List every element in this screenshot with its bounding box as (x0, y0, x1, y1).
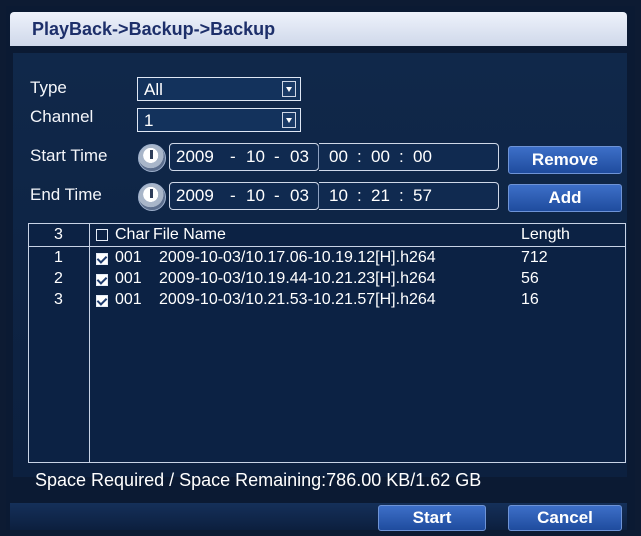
start-mm[interactable]: 00 (371, 147, 390, 167)
header-divider (29, 246, 625, 247)
type-select[interactable]: All (137, 77, 301, 101)
start-hh[interactable]: 00 (329, 147, 348, 167)
start-date-sep-2: - (274, 147, 280, 166)
cancel-button[interactable]: Cancel (508, 505, 622, 531)
end-day[interactable]: 03 (290, 186, 309, 206)
channel-label: Channel (30, 107, 94, 126)
chevron-down-icon[interactable] (282, 81, 296, 97)
title-bar: PlayBack->Backup->Backup (10, 12, 627, 46)
add-button[interactable]: Add (508, 184, 622, 212)
file-list: 3 Char File Name Length 1 001 2009-10-03… (28, 223, 626, 463)
header-char: Char (115, 226, 150, 243)
start-time-label: Start Time (30, 146, 108, 165)
end-ss[interactable]: 57 (413, 186, 432, 206)
row-file-name: 2009-10-03/10.21.53-10.21.57[H].h264 (159, 291, 436, 308)
channel-select[interactable]: 1 (137, 108, 301, 132)
end-year[interactable]: 2009 (176, 186, 214, 206)
select-all-checkbox[interactable] (96, 229, 108, 241)
column-divider (89, 224, 90, 462)
checkbox-icon[interactable] (96, 295, 108, 307)
header-length: Length (521, 226, 570, 243)
clock-icon[interactable] (138, 183, 166, 211)
chevron-down-icon[interactable] (282, 112, 296, 128)
row-index: 1 (54, 249, 63, 266)
start-time-field[interactable]: 00 : 00 : 00 (319, 143, 499, 171)
start-year[interactable]: 2009 (176, 147, 214, 167)
space-status: Space Required / Space Remaining:786.00 … (35, 470, 482, 490)
row-index: 3 (54, 291, 63, 308)
row-char: 001 (115, 249, 142, 266)
header-file-name: File Name (153, 226, 226, 243)
start-button[interactable]: Start (378, 505, 486, 531)
start-time-sep: : (357, 147, 362, 166)
remove-button[interactable]: Remove (508, 146, 622, 174)
end-time-sep: : (357, 186, 362, 205)
end-time-field[interactable]: 10 : 21 : 57 (319, 182, 499, 210)
end-date-sep: - (230, 186, 236, 205)
end-month[interactable]: 10 (246, 186, 265, 206)
end-mm[interactable]: 21 (371, 186, 390, 206)
row-char: 001 (115, 270, 142, 287)
row-length: 56 (521, 270, 539, 287)
row-length: 712 (521, 249, 548, 266)
row-index: 2 (54, 270, 63, 287)
row-char: 001 (115, 291, 142, 308)
start-ss[interactable]: 00 (413, 147, 432, 167)
row-file-name: 2009-10-03/10.17.06-10.19.12[H].h264 (159, 249, 436, 266)
start-day[interactable]: 03 (290, 147, 309, 167)
row-length: 16 (521, 291, 539, 308)
end-hh[interactable]: 10 (329, 186, 348, 206)
channel-select-value: 1 (144, 111, 154, 130)
clock-icon[interactable] (138, 144, 166, 172)
start-date-sep: - (230, 147, 236, 166)
end-date-field[interactable]: 2009 - 10 - 03 (169, 182, 319, 210)
start-month[interactable]: 10 (246, 147, 265, 167)
type-select-value: All (144, 80, 163, 99)
end-time-label: End Time (30, 185, 102, 204)
row-file-name: 2009-10-03/10.19.44-10.21.23[H].h264 (159, 270, 436, 287)
end-date-sep-2: - (274, 186, 280, 205)
checkbox-icon[interactable] (96, 253, 108, 265)
start-date-field[interactable]: 2009 - 10 - 03 (169, 143, 319, 171)
type-label: Type (30, 78, 67, 97)
window-title: PlayBack->Backup->Backup (32, 19, 276, 39)
file-count: 3 (54, 226, 63, 243)
start-time-sep-2: : (399, 147, 404, 166)
checkbox-icon[interactable] (96, 274, 108, 286)
end-time-sep-2: : (399, 186, 404, 205)
